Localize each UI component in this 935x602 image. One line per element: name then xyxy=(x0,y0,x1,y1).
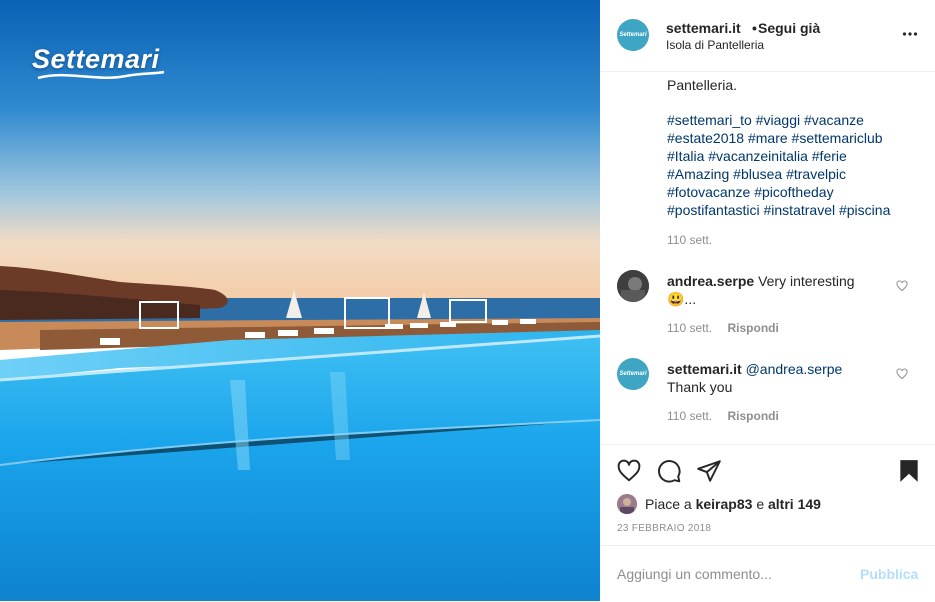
hashtag[interactable]: #vacanze xyxy=(804,112,864,128)
caption-timestamp[interactable]: 110 sett. xyxy=(667,233,712,247)
hashtag[interactable]: #postifantastici xyxy=(667,202,760,218)
comment-username[interactable]: settemari.it xyxy=(667,361,742,377)
hashtag[interactable]: #instatravel xyxy=(764,202,836,218)
like-comment-heart-icon[interactable] xyxy=(896,368,908,380)
post-date[interactable]: 23 FEBBRAIO 2018 xyxy=(617,523,711,534)
post-header: Settemari settemari.it • Segui già Isola… xyxy=(600,0,935,72)
hashtag[interactable]: #mare xyxy=(748,130,788,146)
comment-1: andrea.serpe Very interesting 😃... xyxy=(667,272,887,308)
caption-hashtags: #settemari_to #viaggi #vacanze #estate20… xyxy=(667,111,927,219)
hashtag[interactable]: #Italia xyxy=(667,148,704,164)
avatar-photo-icon xyxy=(617,270,649,302)
heart-icon[interactable] xyxy=(616,458,642,484)
hashtag[interactable]: #viaggi xyxy=(756,112,800,128)
pool-photo-illustration xyxy=(0,0,600,601)
comment-2: settemari.it @andrea.serpe Thank you xyxy=(667,360,887,396)
location-link[interactable]: Isola di Pantelleria xyxy=(666,38,764,52)
comment-2-meta: 110 sett. Rispondi xyxy=(667,409,779,423)
likes-prefix: Piace a xyxy=(645,496,692,512)
post-photo[interactable]: Settemari xyxy=(0,0,600,601)
author-avatar[interactable]: Settemari xyxy=(617,19,649,51)
likes-text: Piace a keirap83 e altri 149 xyxy=(645,496,821,512)
comment-icon[interactable] xyxy=(656,458,682,484)
share-icon[interactable] xyxy=(696,458,722,484)
comment-text: Very interesting xyxy=(758,273,855,289)
logo-swoosh-icon xyxy=(37,70,165,80)
hashtag[interactable]: #picoftheday xyxy=(754,184,833,200)
comment-text-continued: 😃... xyxy=(667,291,697,307)
author-username[interactable]: settemari.it xyxy=(666,20,741,36)
more-horizontal-icon[interactable] xyxy=(902,26,918,42)
commenter-avatar[interactable] xyxy=(617,270,649,302)
reply-button[interactable]: Rispondi xyxy=(727,321,778,335)
post-actions: Piace a keirap83 e altri 149 23 FEBBRAIO… xyxy=(600,444,935,545)
publish-button[interactable]: Pubblica xyxy=(860,566,918,582)
avatar-logo-text: Settemari xyxy=(619,371,647,377)
avatar-logo-text: Settemari xyxy=(619,32,647,38)
hashtag[interactable]: #fotovacanze xyxy=(667,184,750,200)
likes-user-link[interactable]: keirap83 xyxy=(696,496,753,512)
following-button[interactable]: Segui già xyxy=(758,20,820,36)
likes-others-link[interactable]: altri 149 xyxy=(768,496,821,512)
header-separator: • xyxy=(752,20,757,36)
hashtag[interactable]: #ferie xyxy=(812,148,847,164)
comment-username[interactable]: andrea.serpe xyxy=(667,273,754,289)
bookmark-icon[interactable] xyxy=(896,458,922,484)
hashtag[interactable]: #piscina xyxy=(839,202,890,218)
reply-author-avatar[interactable]: Settemari xyxy=(617,358,649,390)
caption-text: Pantelleria. xyxy=(667,77,738,93)
liker-avatar[interactable] xyxy=(617,494,637,514)
add-comment-bar: Pubblica xyxy=(600,545,935,602)
hashtag[interactable]: #settemari_to xyxy=(667,112,752,128)
hashtag[interactable]: #vacanzeinitalia xyxy=(708,148,808,164)
like-comment-heart-icon[interactable] xyxy=(896,280,908,292)
likes-summary: Piace a keirap83 e altri 149 xyxy=(617,493,821,515)
comment-input[interactable] xyxy=(617,564,837,584)
hashtag[interactable]: #estate2018 xyxy=(667,130,744,146)
comment-timestamp[interactable]: 110 sett. xyxy=(667,321,712,335)
comment-text: Thank you xyxy=(667,379,733,395)
post-side-panel: Settemari settemari.it • Segui già Isola… xyxy=(600,0,935,601)
hashtag[interactable]: #Amazing xyxy=(667,166,729,182)
comment-timestamp[interactable]: 110 sett. xyxy=(667,409,712,423)
liker-photo-icon xyxy=(617,494,637,514)
hashtag[interactable]: #settemariclub xyxy=(792,130,883,146)
comment-mention[interactable]: @andrea.serpe xyxy=(746,361,843,377)
likes-connector: e xyxy=(756,496,765,512)
hashtag[interactable]: #blusea xyxy=(733,166,782,182)
comment-1-meta: 110 sett. Rispondi xyxy=(667,321,779,335)
hashtag[interactable]: #travelpic xyxy=(786,166,846,182)
reply-button[interactable]: Rispondi xyxy=(727,409,778,423)
